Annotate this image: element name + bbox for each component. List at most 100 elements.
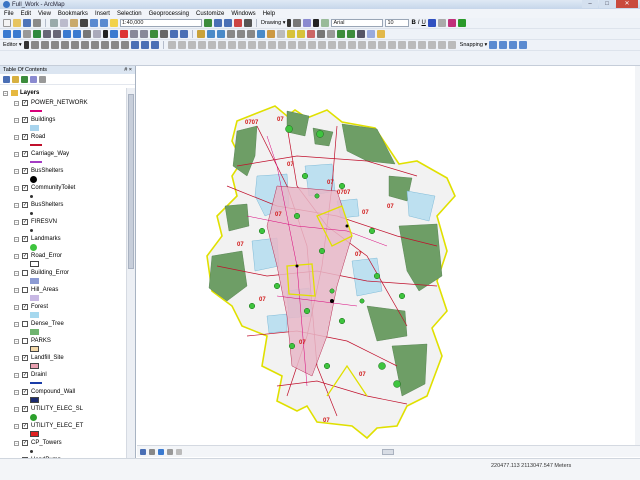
catalog-icon[interactable] [287,30,295,38]
toc-scrollbar-thumb[interactable] [128,94,134,269]
layer-item[interactable]: − ✓ Landfill_Site [0,353,127,370]
layer-icon[interactable] [347,30,355,38]
expand-collapse-icon[interactable]: − [14,219,19,225]
table-of-contents-icon[interactable] [214,19,222,27]
layer-visibility-checkbox[interactable]: ✓ [22,202,28,208]
find-icon[interactable] [130,30,138,38]
go-to-xy-icon[interactable] [150,30,158,38]
layer-row[interactable]: − ✓ Road [0,132,127,142]
smooth-icon[interactable] [277,41,286,49]
cut-icon[interactable] [50,19,58,27]
layer-symbol-icon[interactable] [30,278,39,284]
layer-name[interactable]: PARKS [31,338,51,344]
spatial-adjustment-icon[interactable] [427,41,436,49]
layer-visibility-checkbox[interactable]: ✓ [22,304,28,310]
topology-icon[interactable] [167,41,176,49]
split-icon[interactable] [110,41,119,49]
expand-collapse-icon[interactable]: − [14,338,19,344]
expand-collapse-icon[interactable]: − [14,202,19,208]
layer-name[interactable]: Road_Error [31,253,62,259]
layer-item[interactable]: − ✓ Buildings [0,115,127,132]
menu-windows[interactable]: Windows [231,11,255,17]
layer-symbol-icon[interactable] [30,363,39,369]
layer-name[interactable]: UTILITY_ELEC_ET [31,423,83,429]
catalog-window-icon[interactable] [224,19,232,27]
rectangle-icon[interactable] [303,19,312,27]
model-builder-icon[interactable] [267,30,275,38]
layer-visibility-checkbox[interactable] [22,270,28,276]
line-color-icon[interactable] [447,19,456,27]
layer-symbol-icon[interactable] [30,382,42,384]
open-folder-icon[interactable] [13,19,21,27]
layer-symbol-icon[interactable] [30,329,39,335]
layer-name[interactable]: Dense_Tree [31,321,64,327]
layer-item[interactable]: − ✓ Road_Error [0,251,127,268]
font-combo[interactable]: Arial [331,19,384,27]
layer-item[interactable]: − ✓ CommunityToilet [0,183,127,200]
layer-name[interactable]: CommunityToilet [31,185,75,191]
clear-selection-icon[interactable] [93,30,101,38]
text-tool-icon[interactable] [313,19,320,27]
geometric-network-icon[interactable] [447,41,456,49]
expand-collapse-icon[interactable]: − [14,372,19,378]
edit-vertices-icon[interactable] [80,41,89,49]
pause-drawing-icon[interactable] [167,448,173,455]
explode-icon[interactable] [337,41,346,49]
generalize-icon[interactable] [267,41,276,49]
layer-visibility-checkbox[interactable]: ✓ [22,253,28,259]
layer-item[interactable]: − Hill_Areas [0,285,127,302]
layer-row[interactable]: − ✓ UTILITY_ELEC_SL [0,404,127,414]
layer-symbol-icon[interactable] [30,397,39,403]
snapping-menu[interactable]: Snapping ▾ [460,42,488,48]
copy-parallel-icon[interactable] [287,41,296,49]
redo-icon[interactable] [100,19,108,27]
layer-item[interactable]: − ✓ FIRESVN [0,217,127,234]
expand-collapse-icon[interactable]: − [14,168,19,174]
layer-symbol-icon[interactable] [30,431,39,437]
layer-symbol-icon[interactable] [30,161,42,163]
layer-item[interactable]: − ✓ Landmarks [0,234,127,251]
toolbox-icon[interactable] [297,30,305,38]
layer-item[interactable]: − ✓ BusShelters [0,166,127,183]
layer-name[interactable]: BusShelters [31,202,63,208]
layer-name[interactable]: CP_Towers [31,440,62,446]
html-popup-icon[interactable] [160,30,168,38]
layer-item[interactable]: − ✓ Compound_Wall [0,387,127,404]
layer-visibility-checkbox[interactable]: ✓ [22,440,28,446]
fixed-zoom-out-icon[interactable] [53,30,61,38]
layer-name[interactable]: FIRESVN [31,219,57,225]
customize-icon[interactable] [327,30,335,38]
expand-collapse-icon[interactable]: − [14,236,19,242]
layer-item[interactable]: − PARKS [0,336,127,353]
cut-polygons-icon[interactable] [100,41,109,49]
expand-collapse-icon[interactable]: − [14,253,19,259]
expand-collapse-icon[interactable]: − [14,440,19,446]
reshape-icon[interactable] [90,41,99,49]
expand-collapse-icon[interactable]: − [14,270,19,276]
map-vertical-scrollbar[interactable] [635,66,640,445]
layer-symbol-icon[interactable] [30,195,33,198]
layer-name[interactable]: BusShelters [31,168,63,174]
go-back-icon[interactable] [63,30,71,38]
planarize-lines-icon[interactable] [247,41,256,49]
point-snapping-icon[interactable] [489,41,498,49]
trim-icon[interactable] [367,41,376,49]
layer-row[interactable]: − ✓ BusShelters [0,200,127,210]
sketch-properties-icon[interactable] [140,41,149,49]
expand-collapse-icon[interactable]: − [14,151,19,157]
layer-item[interactable]: − Dense_Tree [0,319,127,336]
layer-symbol-icon[interactable] [30,295,39,301]
layer-symbol-icon[interactable] [30,125,39,131]
select-elements-icon[interactable] [287,19,292,27]
map-view[interactable]: 0707 07 07 07 07 07 07 0707 07 07 07 07 … [137,66,635,445]
layer-row[interactable]: − PARKS [0,336,127,346]
hyperlink-icon[interactable] [120,30,128,38]
layer-item[interactable]: − ✓ UTILITY_ELEC_SL [0,404,127,421]
layer-row[interactable]: − ✓ CP_Towers [0,438,127,448]
continue-feature-icon[interactable] [397,41,406,49]
attribute-table-icon[interactable] [247,30,255,38]
show-shared-features-icon[interactable] [197,41,206,49]
search-window-icon[interactable] [257,30,265,38]
layer-name[interactable]: Carriage_Way [31,151,69,157]
zoom-out-icon[interactable] [13,30,21,38]
